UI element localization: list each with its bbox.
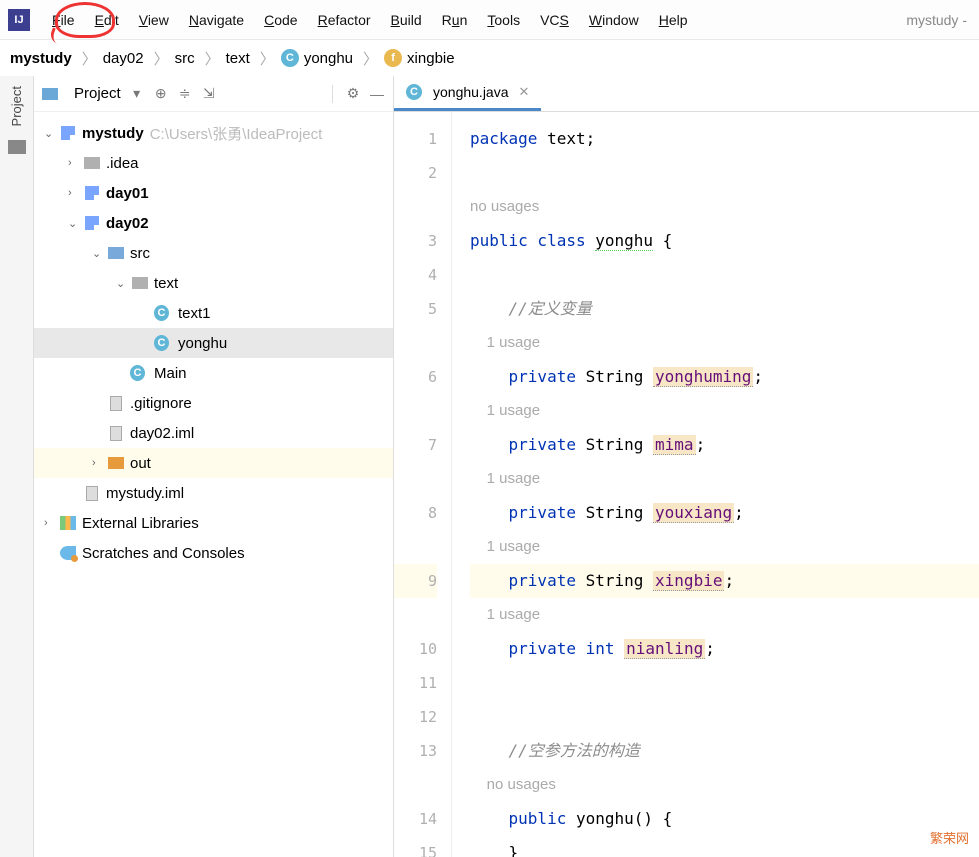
tree-gitignore[interactable]: .gitignore	[34, 388, 393, 418]
project-sidebar-strip[interactable]: Project	[0, 76, 34, 857]
tree-ext-lib[interactable]: ›External Libraries	[34, 508, 393, 538]
crumb-src[interactable]: src	[175, 50, 195, 67]
menu-edit[interactable]: Edit	[95, 12, 119, 28]
menu-run[interactable]: Run	[442, 12, 468, 28]
package-icon	[132, 277, 148, 289]
tree-yonghu[interactable]: Cyonghu	[34, 328, 393, 358]
project-icon	[42, 88, 58, 100]
source-folder-icon	[108, 247, 124, 259]
menu-view[interactable]: View	[139, 12, 169, 28]
project-tool-window: Project ▾ ⊕ ≑ ⇲ ⚙ — ⌄mystudyC:\Users\张勇\…	[34, 76, 394, 857]
dropdown-icon[interactable]: ▾	[129, 86, 145, 102]
module-icon	[85, 186, 99, 200]
collapse-icon[interactable]: ⇲	[201, 86, 217, 102]
tab-label: yonghu.java	[433, 84, 509, 100]
scratch-icon	[60, 546, 76, 560]
menu-window[interactable]: Window	[589, 12, 639, 28]
out-folder-icon	[108, 457, 124, 469]
watermark: 繁荣网	[930, 828, 969, 847]
editor-area: C yonghu.java ✕ 123456789101112131415 pa…	[394, 76, 979, 857]
module-icon	[61, 126, 75, 140]
close-icon[interactable]: ✕	[519, 84, 530, 100]
field-icon: f	[384, 49, 402, 67]
hide-icon[interactable]: —	[369, 86, 385, 102]
menu-refactor[interactable]: Refactor	[318, 12, 371, 28]
expand-icon[interactable]: ≑	[177, 86, 193, 102]
window-title: mystudy -	[906, 12, 967, 28]
tree-out[interactable]: ›out	[34, 448, 393, 478]
crumb-xingbie[interactable]: fxingbie	[384, 49, 455, 67]
breadcrumb: mystudy〉 day02〉 src〉 text〉 Cyonghu〉 fxin…	[0, 40, 979, 76]
file-icon	[110, 396, 122, 411]
menu-file[interactable]: File	[52, 12, 75, 28]
tree-root[interactable]: ⌄mystudyC:\Users\张勇\IdeaProject	[34, 118, 393, 148]
code-editor[interactable]: package text; no usages public class yon…	[452, 112, 979, 857]
editor-tabs: C yonghu.java ✕	[394, 76, 979, 112]
tab-yonghu[interactable]: C yonghu.java ✕	[394, 76, 541, 111]
menu-navigate[interactable]: Navigate	[189, 12, 244, 28]
tree-text-pkg[interactable]: ⌄text	[34, 268, 393, 298]
gear-icon[interactable]: ⚙	[345, 86, 361, 102]
crumb-day02[interactable]: day02	[103, 50, 144, 67]
class-icon: C	[154, 335, 169, 351]
menu-code[interactable]: Code	[264, 12, 297, 28]
project-tree[interactable]: ⌄mystudyC:\Users\张勇\IdeaProject ›.idea ›…	[34, 112, 393, 857]
menu-bar: IJ File Edit View Navigate Code Refactor…	[0, 0, 979, 40]
folder-icon	[84, 157, 100, 169]
menu-build[interactable]: Build	[391, 12, 422, 28]
app-icon: IJ	[8, 9, 30, 31]
tree-idea[interactable]: ›.idea	[34, 148, 393, 178]
file-icon	[110, 426, 122, 441]
tree-mystudyiml[interactable]: mystudy.iml	[34, 478, 393, 508]
menu-tools[interactable]: Tools	[487, 12, 520, 28]
tree-scratch[interactable]: Scratches and Consoles	[34, 538, 393, 568]
tree-day02[interactable]: ⌄day02	[34, 208, 393, 238]
tree-main[interactable]: CMain	[34, 358, 393, 388]
crumb-yonghu[interactable]: Cyonghu	[281, 49, 353, 67]
file-icon	[86, 486, 98, 501]
tree-day01[interactable]: ›day01	[34, 178, 393, 208]
tree-src[interactable]: ⌄src	[34, 238, 393, 268]
gutter[interactable]: 123456789101112131415	[394, 112, 452, 857]
module-icon	[85, 216, 99, 230]
crumb-text[interactable]: text	[226, 50, 250, 67]
tool-header: Project ▾ ⊕ ≑ ⇲ ⚙ —	[34, 76, 393, 112]
class-icon: C	[406, 84, 422, 100]
menu-help[interactable]: Help	[659, 12, 688, 28]
menu-vcs[interactable]: VCS	[540, 12, 569, 28]
class-icon: C	[130, 365, 145, 381]
tree-text1[interactable]: Ctext1	[34, 298, 393, 328]
crumb-mystudy[interactable]: mystudy	[10, 50, 72, 67]
project-label: Project	[9, 86, 24, 126]
sidebar-button-icon[interactable]	[8, 140, 26, 154]
locate-icon[interactable]: ⊕	[153, 86, 169, 102]
class-icon: C	[154, 305, 169, 321]
tool-title[interactable]: Project	[74, 85, 121, 102]
class-icon: C	[281, 49, 299, 67]
tree-day02iml[interactable]: day02.iml	[34, 418, 393, 448]
library-icon	[60, 516, 76, 530]
